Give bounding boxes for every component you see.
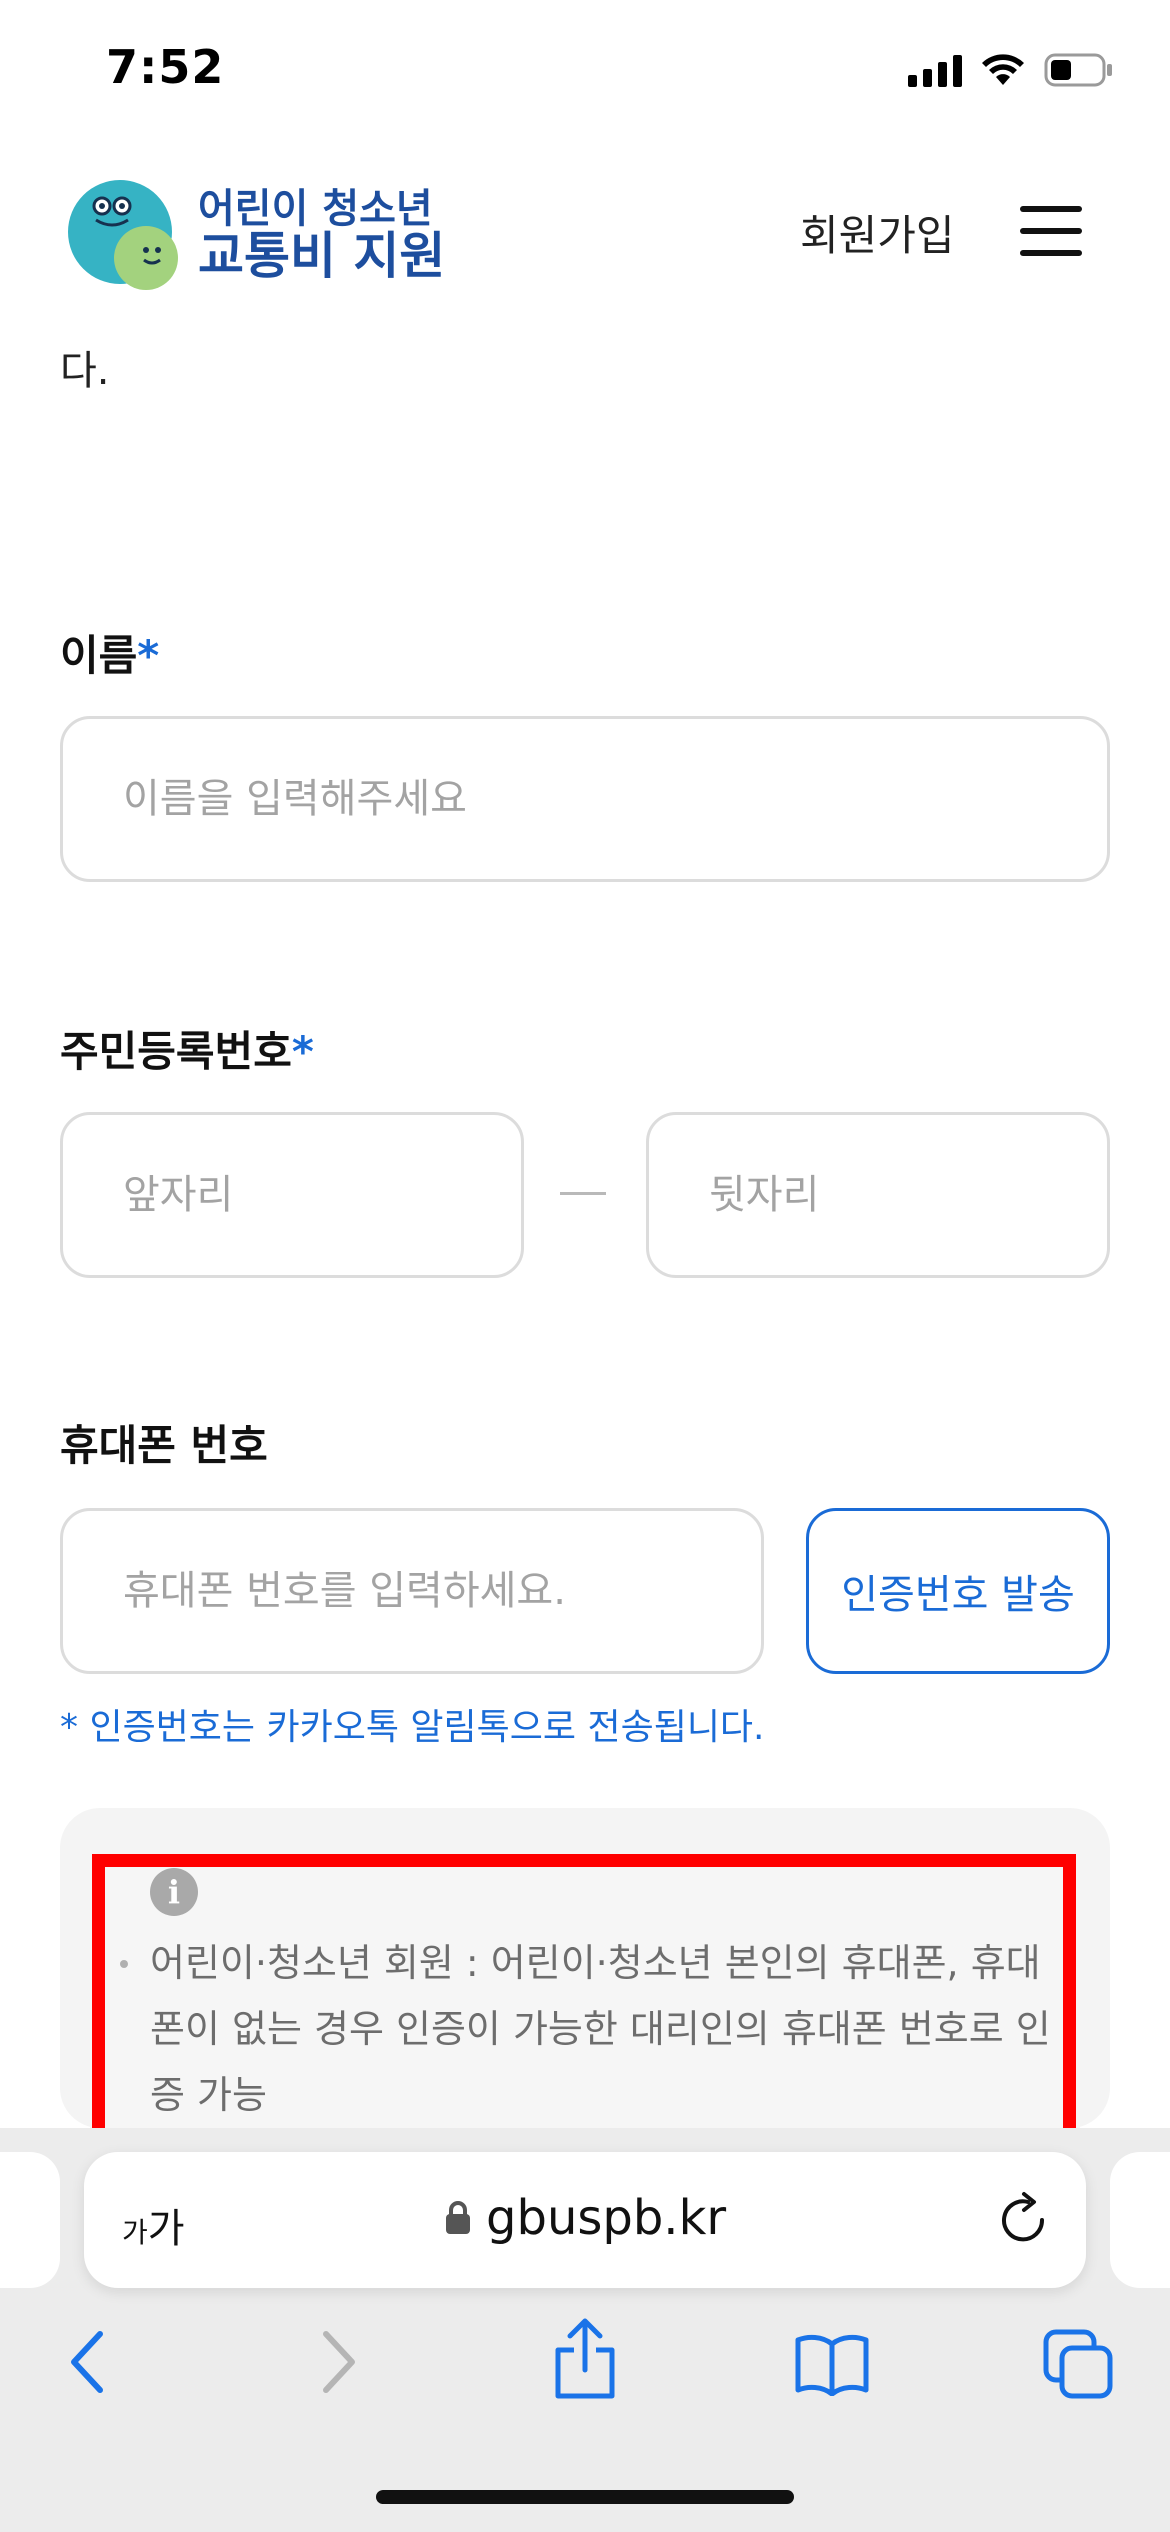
logo-text: 어린이 청소년 교통비 지원: [198, 188, 445, 283]
home-indicator: [376, 2490, 794, 2504]
tabs-icon[interactable]: [1042, 2328, 1114, 2400]
rrn-front-wrapper: [60, 1112, 524, 1278]
bookmarks-icon[interactable]: [794, 2332, 870, 2396]
previous-text-fragment: 다.: [60, 348, 110, 394]
send-verification-button[interactable]: 인증번호 발송: [806, 1508, 1110, 1674]
wifi-icon: [980, 53, 1026, 87]
name-input-wrapper: [60, 716, 1110, 882]
previous-tab-preview[interactable]: [0, 2152, 60, 2288]
phone-input-wrapper: [60, 1508, 764, 1674]
page-settings-button[interactable]: 가가: [122, 2196, 185, 2254]
rrn-label: 주민등록번호*: [60, 1018, 314, 1079]
cellular-signal-icon: [908, 53, 962, 87]
name-label: 이름*: [60, 622, 159, 683]
verification-note: * 인증번호는 카카오톡 알림톡으로 전송됩니다.: [60, 1707, 765, 1748]
text-size-small: 가: [122, 2216, 148, 2249]
reload-icon[interactable]: [998, 2190, 1050, 2246]
share-icon[interactable]: [550, 2316, 620, 2402]
browser-toolbar: [0, 2308, 1170, 2428]
text-size-large: 가: [147, 2206, 185, 2252]
required-mark: *: [291, 1027, 314, 1076]
phone-input[interactable]: [63, 1511, 761, 1671]
logo-mascot-icon: [68, 180, 178, 290]
phone-label: 휴대폰 번호: [60, 1421, 268, 1470]
site-logo[interactable]: 어린이 청소년 교통비 지원: [66, 176, 445, 294]
lock-icon: [446, 2201, 470, 2234]
logo-line1: 어린이 청소년: [198, 185, 433, 232]
status-time: 7:52: [106, 40, 225, 94]
required-mark: *: [137, 631, 160, 680]
site-header: 어린이 청소년 교통비 지원 회원가입: [0, 150, 1170, 320]
next-tab-preview[interactable]: [1110, 2152, 1170, 2288]
address-bar[interactable]: 가가 gbuspb.kr: [84, 2152, 1086, 2288]
name-input[interactable]: [63, 719, 1107, 879]
status-bar: 7:52: [0, 0, 1170, 150]
rrn-back-input[interactable]: [649, 1115, 1107, 1275]
back-icon[interactable]: [62, 2326, 112, 2398]
rrn-dash-separator: [560, 1192, 606, 1195]
url-text: gbuspb.kr: [486, 2190, 727, 2246]
url-display[interactable]: gbuspb.kr: [444, 2190, 726, 2246]
status-icons: [908, 52, 1114, 88]
rrn-front-input[interactable]: [63, 1115, 521, 1275]
forward-icon[interactable]: [314, 2326, 364, 2398]
red-highlight-box: [92, 1854, 1076, 2154]
hamburger-menu-icon[interactable]: [1020, 206, 1082, 256]
rrn-back-wrapper: [646, 1112, 1110, 1278]
signup-link[interactable]: 회원가입: [800, 202, 955, 263]
logo-line2: 교통비 지원: [198, 226, 446, 285]
name-label-text: 이름: [60, 631, 138, 680]
rrn-label-text: 주민등록번호: [60, 1027, 292, 1076]
battery-icon: [1044, 52, 1114, 88]
